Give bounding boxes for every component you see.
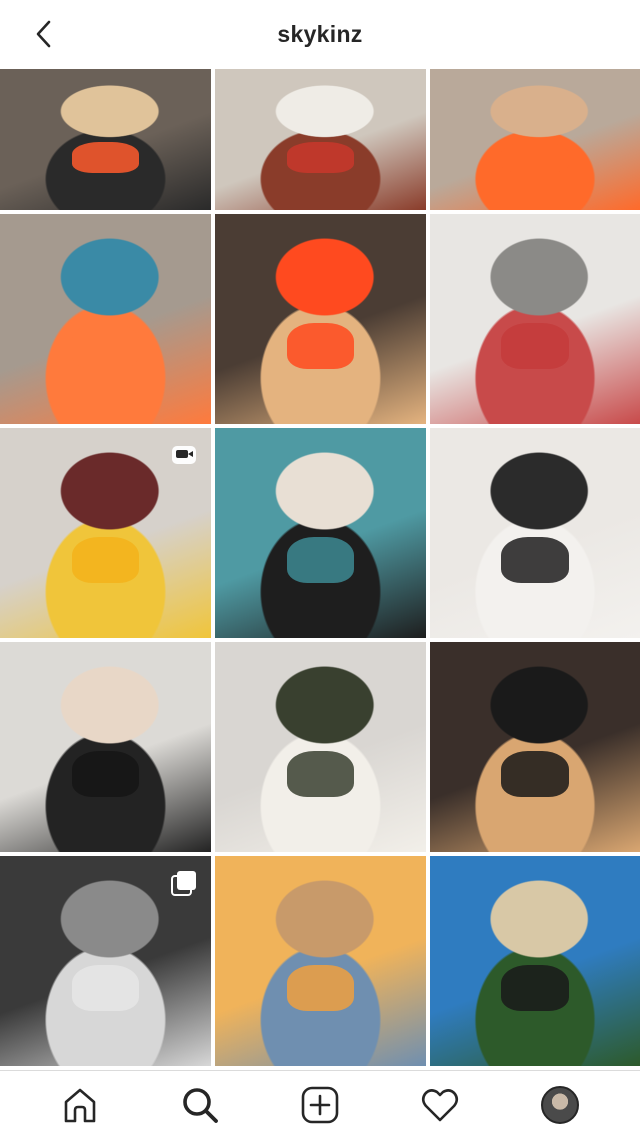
post-image — [430, 428, 640, 638]
post-image-accent — [501, 142, 569, 174]
post-thumbnail[interactable] — [430, 69, 640, 210]
post-image — [215, 642, 426, 852]
post-image-accent — [501, 323, 569, 370]
nav-new-post-button[interactable] — [296, 1081, 344, 1129]
nav-search-button[interactable] — [176, 1081, 224, 1129]
home-icon — [64, 1088, 96, 1122]
post-thumbnail[interactable] — [0, 214, 211, 424]
post-image — [215, 856, 426, 1066]
post-image-accent — [501, 537, 569, 584]
post-image-accent — [286, 965, 355, 1012]
new-post-icon — [301, 1086, 339, 1123]
back-button[interactable] — [26, 16, 62, 52]
profile-avatar — [541, 1085, 579, 1124]
posts-grid — [0, 69, 640, 1068]
post-image-accent — [71, 537, 140, 584]
post-thumbnail[interactable] — [215, 856, 426, 1066]
search-icon — [183, 1087, 218, 1123]
top-header: skykinz — [0, 0, 640, 68]
nav-home-button[interactable] — [56, 1081, 104, 1129]
post-thumbnail[interactable] — [430, 642, 640, 852]
post-image — [0, 642, 211, 852]
post-thumbnail[interactable] — [0, 69, 211, 210]
post-thumbnail[interactable] — [0, 856, 211, 1066]
carousel-icon — [171, 870, 197, 896]
post-image — [0, 69, 211, 210]
post-image — [430, 856, 640, 1066]
post-image-accent — [286, 142, 355, 174]
post-image-accent — [71, 965, 140, 1012]
activity-heart-icon — [421, 1088, 459, 1121]
video-icon — [171, 442, 197, 468]
post-image — [430, 642, 640, 852]
post-image-accent — [286, 537, 355, 584]
post-image-accent — [71, 323, 140, 370]
post-thumbnail[interactable] — [215, 428, 426, 638]
post-thumbnail[interactable] — [0, 642, 211, 852]
post-image — [430, 214, 640, 424]
post-image-accent — [286, 751, 355, 798]
post-image — [215, 428, 426, 638]
post-image-accent — [71, 751, 140, 798]
post-thumbnail[interactable] — [430, 428, 640, 638]
bottom-navigation — [0, 1070, 640, 1138]
post-thumbnail[interactable] — [0, 428, 211, 638]
profile-username-title: skykinz — [277, 20, 363, 47]
post-image-accent — [501, 965, 569, 1012]
nav-activity-button[interactable] — [416, 1081, 464, 1129]
post-image — [430, 69, 640, 210]
post-image — [215, 69, 426, 210]
post-image-accent — [501, 751, 569, 798]
post-thumbnail[interactable] — [215, 214, 426, 424]
chevron-left-icon — [36, 20, 51, 48]
post-image — [0, 214, 211, 424]
post-thumbnail[interactable] — [215, 69, 426, 210]
post-thumbnail[interactable] — [215, 642, 426, 852]
post-image-accent — [71, 142, 140, 174]
post-thumbnail[interactable] — [430, 856, 640, 1066]
post-thumbnail[interactable] — [430, 214, 640, 424]
nav-profile-button[interactable] — [536, 1081, 584, 1129]
post-image — [215, 214, 426, 424]
post-image-accent — [286, 323, 355, 370]
